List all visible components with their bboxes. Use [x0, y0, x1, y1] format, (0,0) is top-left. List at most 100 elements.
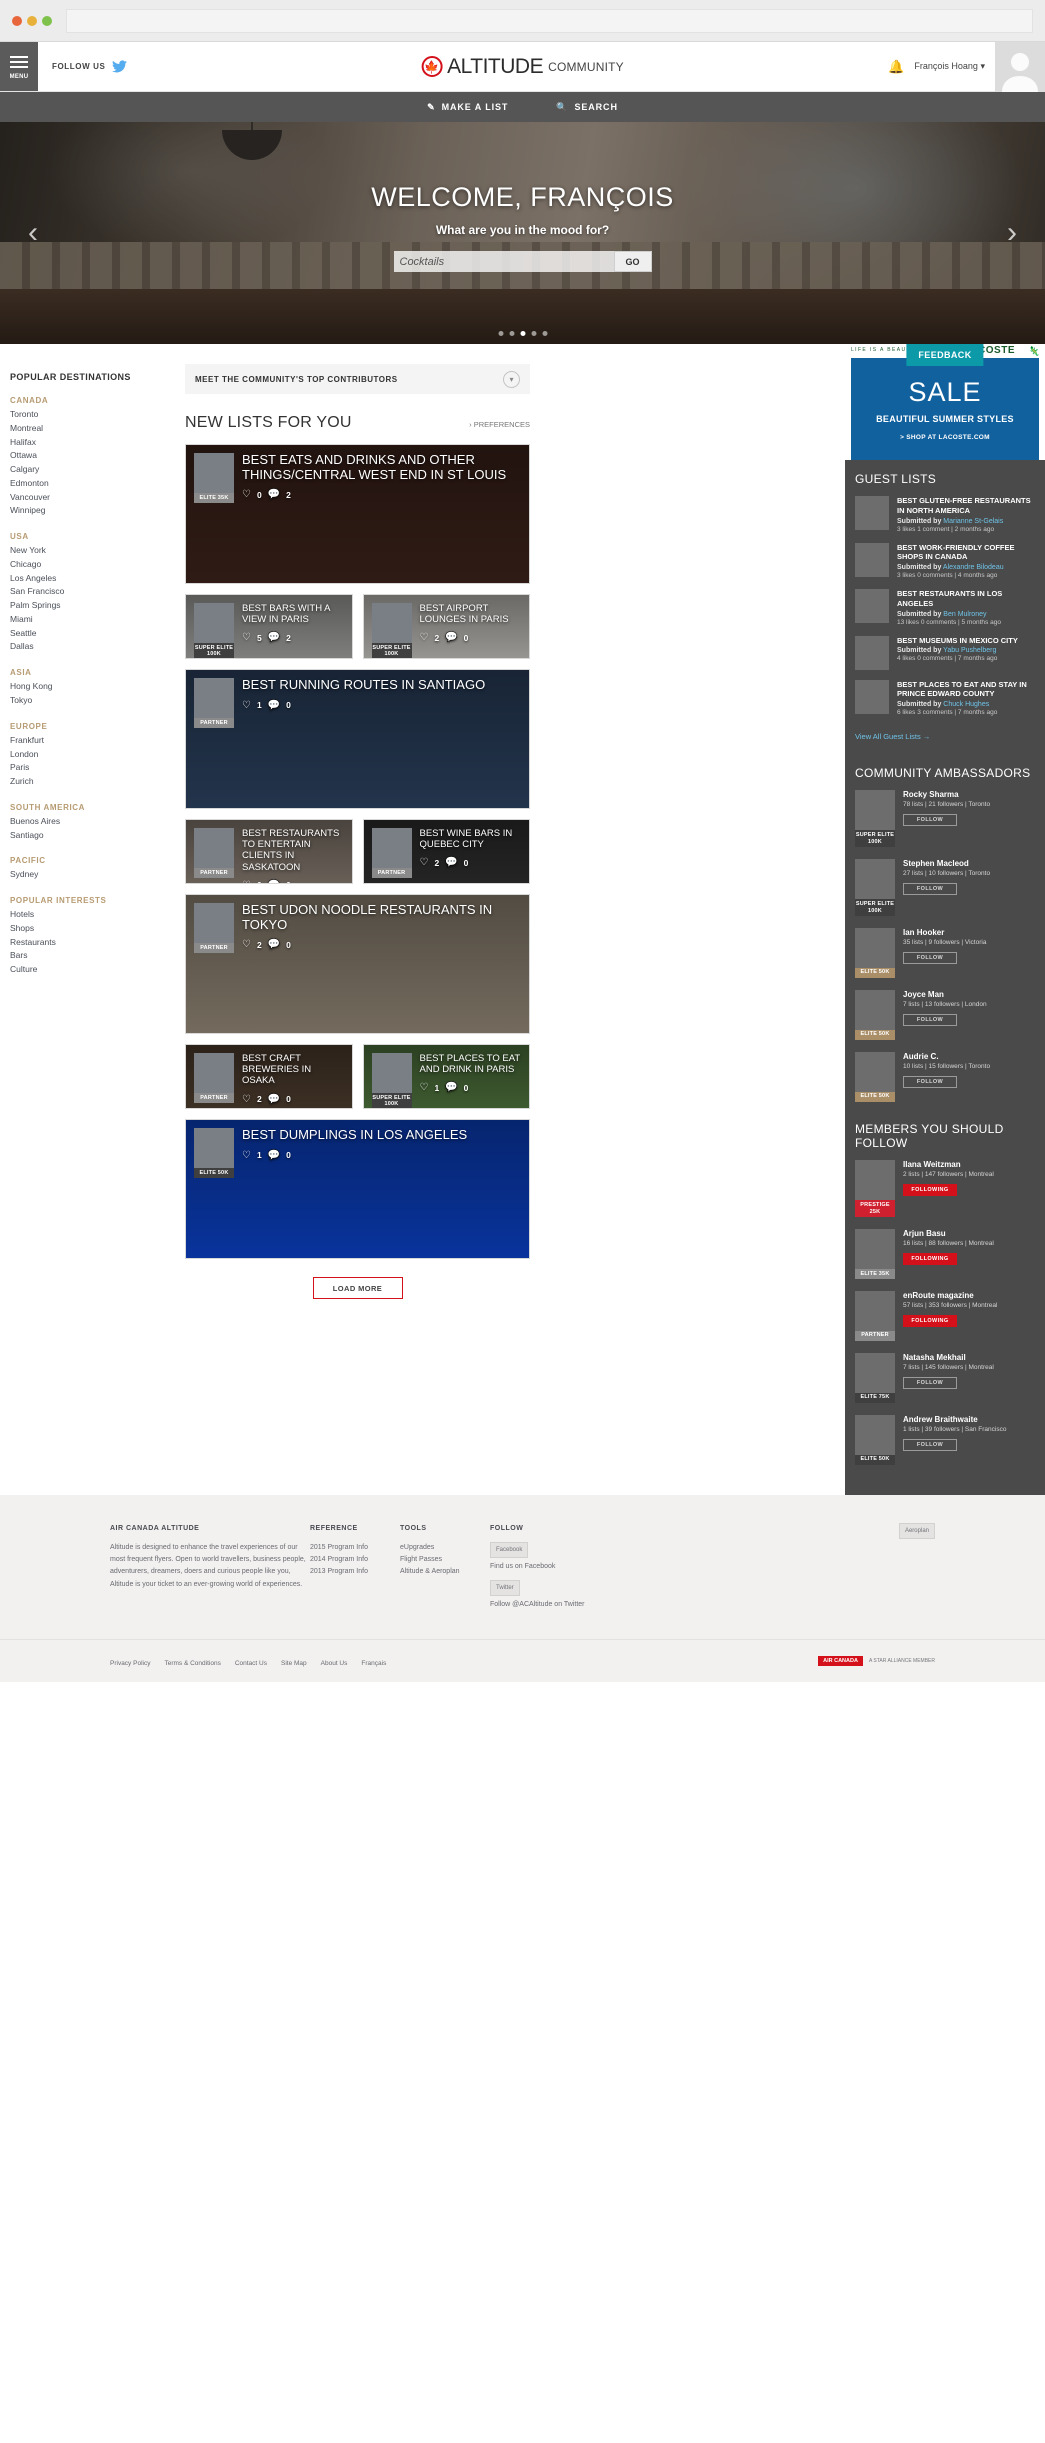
list-card[interactable]: SUPER ELITE 100K BEST PLACES TO EAT AND D… — [362, 1044, 530, 1109]
follow-button[interactable]: FOLLOW — [903, 883, 957, 896]
sidebar-item-bars[interactable]: Bars — [10, 949, 185, 963]
chevron-down-icon[interactable]: ▾ — [503, 370, 520, 388]
member-name[interactable]: Rocky Sharma — [903, 790, 1035, 799]
footer-bottom-link[interactable]: Contact Us — [235, 1660, 267, 1667]
sidebar-item-buenos-aires[interactable]: Buenos Aires — [10, 815, 185, 829]
sidebar-item-toronto[interactable]: Toronto — [10, 408, 185, 422]
hero-search-input[interactable] — [393, 251, 614, 272]
member-avatar-wrap[interactable]: ELITE 50K — [855, 1051, 895, 1102]
follow-button[interactable]: FOLLOW — [903, 951, 957, 964]
sidebar-item-paris[interactable]: Paris — [10, 761, 185, 775]
site-logo[interactable]: 🍁 ALTITUDE COMMUNITY — [421, 55, 624, 79]
sidebar-item-los-angeles[interactable]: Los Angeles — [10, 572, 185, 586]
footer-link[interactable]: Altitude & Aeroplan — [400, 1566, 490, 1578]
author-thumbnail[interactable]: PARTNER — [194, 828, 234, 883]
sidebar-item-zurich[interactable]: Zurich — [10, 775, 185, 789]
footer-bottom-link[interactable]: Terms & Conditions — [164, 1660, 220, 1667]
member-name[interactable]: Natasha Mekhail — [903, 1353, 1035, 1362]
sidebar-item-hong-kong[interactable]: Hong Kong — [10, 680, 185, 694]
author-thumbnail[interactable]: SUPER ELITE 100K — [371, 603, 412, 658]
guest-list-item[interactable]: BEST RESTAURANTS IN LOS ANGELES Submitted… — [855, 589, 1035, 626]
follow-button[interactable]: FOLLOWING — [903, 1184, 957, 1197]
carousel-dots[interactable] — [498, 331, 547, 336]
list-card[interactable]: ELITE 35K BEST EATS AND DRINKS AND OTHER … — [185, 444, 530, 584]
view-all-guest-lists-link[interactable]: View All Guest Lists → — [855, 732, 930, 741]
footer-bottom-link[interactable]: Français — [361, 1660, 386, 1667]
member-avatar-wrap[interactable]: ELITE 75K — [855, 1352, 895, 1403]
minimize-window-button[interactable] — [27, 15, 37, 26]
author-thumbnail[interactable]: SUPER ELITE 100K — [371, 1053, 412, 1108]
sidebar-item-culture[interactable]: Culture — [10, 963, 185, 977]
member-avatar-wrap[interactable]: SUPER ELITE 100K — [855, 790, 895, 848]
sidebar-item-tokyo[interactable]: Tokyo — [10, 694, 185, 708]
user-menu[interactable]: François Hoang ▾ — [914, 61, 985, 72]
menu-button[interactable]: MENU — [0, 42, 38, 91]
guest-list-item[interactable]: BEST WORK-FRIENDLY COFFEE SHOPS IN CANAD… — [855, 542, 1035, 579]
preferences-link[interactable]: › PREFERENCES — [469, 420, 530, 429]
sidebar-item-vancouver[interactable]: Vancouver — [10, 491, 185, 505]
footer-link[interactable]: 2013 Program Info — [310, 1566, 400, 1578]
follow-button[interactable]: FOLLOW — [903, 1376, 957, 1389]
carousel-dot-active[interactable] — [520, 331, 525, 336]
member-name[interactable]: Stephen Macleod — [903, 859, 1035, 868]
member-name[interactable]: Arjun Basu — [903, 1229, 1035, 1238]
url-input[interactable] — [66, 8, 1033, 33]
sidebar-item-seattle[interactable]: Seattle — [10, 627, 185, 641]
sidebar-item-montreal[interactable]: Montreal — [10, 422, 185, 436]
member-name[interactable]: Ian Hooker — [903, 928, 1035, 937]
follow-button[interactable]: FOLLOWING — [903, 1253, 957, 1266]
carousel-prev-button[interactable]: ‹ — [28, 216, 38, 250]
avatar[interactable] — [995, 41, 1045, 92]
guest-author-link[interactable]: Chuck Hughes — [943, 701, 989, 708]
author-thumbnail[interactable]: PARTNER — [371, 828, 412, 878]
list-card[interactable]: PARTNER BEST WINE BARS IN QUEBEC CITY ♡ 2 💬 0 — [362, 819, 530, 884]
member-avatar-wrap[interactable]: ELITE 50K — [855, 1414, 895, 1465]
sidebar-item-new-york[interactable]: New York — [10, 544, 185, 558]
sidebar-item-palm-springs[interactable]: Palm Springs — [10, 599, 185, 613]
author-thumbnail[interactable]: PARTNER — [194, 1053, 234, 1105]
footer-link[interactable]: Flight Passes — [400, 1554, 490, 1566]
list-card[interactable]: ELITE 50K BEST DUMPLINGS IN LOS ANGELES ♡ 1… — [185, 1119, 530, 1259]
footer-link[interactable]: 2015 Program Info — [310, 1542, 400, 1554]
author-thumbnail[interactable]: PARTNER — [194, 678, 234, 728]
member-name[interactable]: Joyce Man — [903, 990, 1035, 999]
list-card[interactable]: PARTNER BEST UDON NOODLE RESTAURANTS IN T… — [185, 894, 530, 1034]
follow-button[interactable]: FOLLOW — [903, 1438, 957, 1451]
sidebar-item-san-francisco[interactable]: San Francisco — [10, 585, 185, 599]
aeroplan-logo[interactable]: Aeroplan — [898, 1522, 935, 1540]
member-name[interactable]: Audrie C. — [903, 1052, 1035, 1061]
sidebar-item-halifax[interactable]: Halifax — [10, 436, 185, 450]
twitter-icon[interactable]: Twitter — [490, 1579, 520, 1597]
guest-author-link[interactable]: Marianne St-Gelais — [943, 518, 1003, 525]
sidebar-item-shops[interactable]: Shops — [10, 922, 185, 936]
list-card[interactable]: SUPER ELITE 100K BEST BARS WITH A VIEW IN… — [185, 594, 353, 659]
close-window-button[interactable] — [12, 15, 22, 26]
guest-list-item[interactable]: BEST MUSEUMS IN MEXICO CITY Submitted by … — [855, 635, 1035, 670]
guest-author-link[interactable]: Alexandre Bilodeau — [943, 564, 1004, 571]
guest-author-link[interactable]: Yabu Pushelberg — [943, 647, 996, 654]
top-contributors-bar[interactable]: MEET THE COMMUNITY'S TOP CONTRIBUTORS ▾ — [185, 364, 530, 394]
sidebar-item-dallas[interactable]: Dallas — [10, 640, 185, 654]
sidebar-item-miami[interactable]: Miami — [10, 613, 185, 627]
member-name[interactable]: enRoute magazine — [903, 1291, 1035, 1300]
twitter-icon[interactable] — [112, 60, 128, 73]
author-thumbnail[interactable]: ELITE 35K — [194, 453, 234, 503]
list-card[interactable]: SUPER ELITE 100K BEST AIRPORT LOUNGES IN … — [362, 594, 530, 659]
footer-bottom-link[interactable]: Privacy Policy — [110, 1660, 150, 1667]
follow-button[interactable]: FOLLOWING — [903, 1314, 957, 1327]
list-card[interactable]: PARTNER BEST RESTAURANTS TO ENTERTAIN CLI… — [185, 819, 353, 884]
carousel-dot[interactable] — [509, 331, 514, 336]
maximize-window-button[interactable] — [42, 15, 52, 26]
sidebar-item-london[interactable]: London — [10, 748, 185, 762]
sidebar-item-hotels[interactable]: Hotels — [10, 908, 185, 922]
hero-go-button[interactable]: GO — [613, 251, 652, 272]
sidebar-item-restaurants[interactable]: Restaurants — [10, 936, 185, 950]
follow-button[interactable]: FOLLOW — [903, 1013, 957, 1026]
sidebar-item-sydney[interactable]: Sydney — [10, 868, 185, 882]
footer-bottom-link[interactable]: About Us — [321, 1660, 348, 1667]
guest-list-item[interactable]: BEST GLUTEN-FREE RESTAURANTS IN NORTH AM… — [855, 496, 1035, 533]
member-avatar-wrap[interactable]: ELITE 50K — [855, 989, 895, 1040]
sidebar-item-winnipeg[interactable]: Winnipeg — [10, 504, 185, 518]
ad-cta[interactable]: > SHOP AT LACOSTE.COM — [900, 434, 990, 441]
sidebar-item-santiago[interactable]: Santiago — [10, 829, 185, 843]
